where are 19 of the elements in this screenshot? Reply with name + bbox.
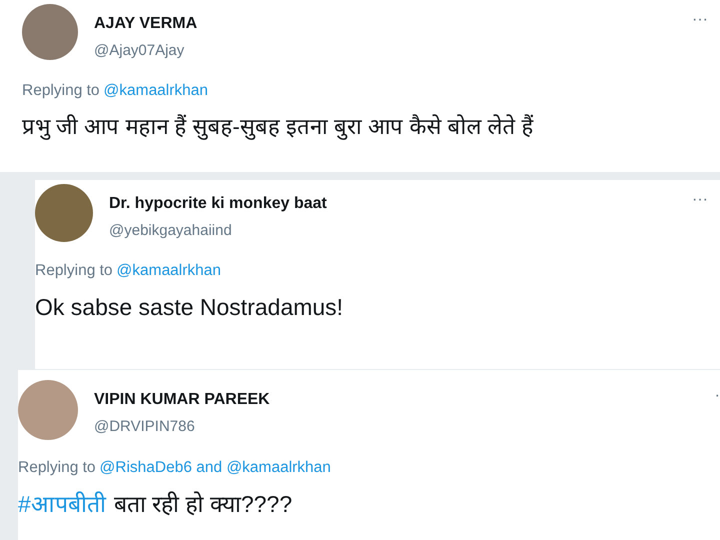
mention-link[interactable]: @kamaalrkhan: [104, 78, 208, 102]
hashtag-link[interactable]: #आपबीती: [18, 487, 106, 522]
user-handle[interactable]: @Ajay07Ajay: [94, 40, 676, 62]
mention-link[interactable]: @kamaalrkhan: [116, 258, 222, 282]
more-menu[interactable]: ···: [692, 184, 708, 208]
user-handle[interactable]: @DRVIPIN786: [94, 416, 699, 438]
reply-label: Replying to: [18, 458, 96, 478]
tweet-text: बता रही हो क्या????: [114, 490, 292, 520]
reply-label: Replying to: [35, 260, 113, 280]
tweet-text: प्रभु जी आप महान हैं सुबह-सुबह इतना बुरा आप कैसे बोल लेते हैं: [22, 112, 534, 142]
mention-link[interactable]: @RishaDeb6 and @kamaalrkhan: [100, 456, 331, 480]
more-menu[interactable]: ···: [692, 4, 708, 28]
more-menu[interactable]: ·: [714, 380, 720, 404]
tweet-text: Ok sabse saste Nostradamus!: [35, 292, 344, 322]
user-name[interactable]: VIPIN KUMAR PAREEK: [94, 388, 699, 412]
user-handle[interactable]: @yebikgayahaiind: [109, 220, 676, 242]
user-name[interactable]: Dr. hypocrite ki monkey baat: [109, 192, 676, 216]
user-name[interactable]: AJAY VERMA: [94, 12, 676, 36]
reply-label: Replying to: [22, 80, 100, 100]
